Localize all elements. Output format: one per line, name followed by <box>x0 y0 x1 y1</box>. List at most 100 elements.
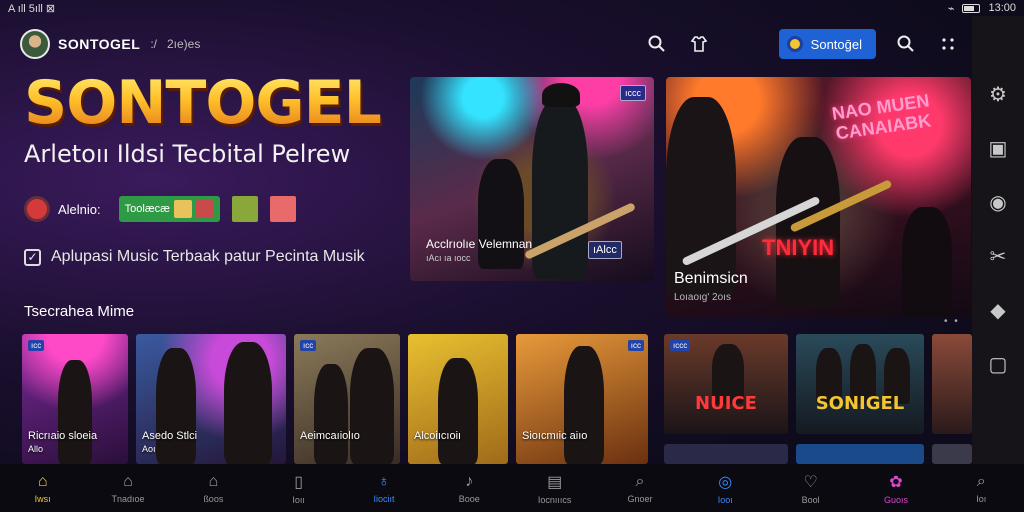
card-caption: Sioıcmıic aiıo <box>522 430 588 442</box>
nav-item-search-small[interactable]: ⌕ Ioı <box>939 464 1024 512</box>
hero-check-text: Aplupasi Music Terbaak patur Pecinta Mus… <box>51 248 365 265</box>
list-item[interactable]: ıcc Ricrıaio sloeia Allo <box>22 334 128 464</box>
partner-chip-label: Toolæcæ <box>124 203 170 215</box>
card-subcaption: Allo <box>28 444 44 454</box>
list-item[interactable]: ıccc NUICE <box>664 334 788 434</box>
card-tag: NUICE <box>695 393 757 414</box>
avatar[interactable] <box>20 29 50 59</box>
nav-item-home[interactable]: ⌂ Iwsı <box>0 464 85 512</box>
nav-item-cards[interactable]: ▯ Ioıı <box>256 464 341 512</box>
card-caption: Aeimcaıiolıo <box>300 430 360 442</box>
nav-item-disc[interactable]: ◎ Iooı <box>683 464 768 512</box>
search-icon: ⌕ <box>635 472 645 490</box>
gear-icon[interactable]: ⚙ <box>986 82 1010 106</box>
nav-item-podcast[interactable]: ✿ Guoıs <box>853 464 938 512</box>
section-title: Tsecrahea Mime <box>24 303 135 320</box>
card-icon: ▯ <box>294 473 304 491</box>
brand-separator: :/ <box>150 37 157 51</box>
more-grid-icon[interactable] <box>936 32 960 56</box>
list-item[interactable]: Asedo Stlci Aoı <box>136 334 286 464</box>
thumb-icon <box>173 200 192 218</box>
nav-item-note[interactable]: ♪ Booe <box>427 464 512 512</box>
brand-subtitle: 2ıe)es <box>166 37 201 51</box>
performer-figure <box>902 207 952 317</box>
heart-icon: ♡ <box>803 473 818 491</box>
shirt-icon[interactable] <box>687 32 711 56</box>
nav-item-mic[interactable]: ♁ Iiociıt <box>341 464 426 512</box>
partner-thumb-icon[interactable] <box>231 196 258 222</box>
podcast-icon: ✿ <box>889 473 903 491</box>
list-item[interactable]: ıcc Aeimcaıiolıo <box>294 334 400 464</box>
library-icon: ⌂ <box>208 472 219 490</box>
hero-tagline: Arletoıı Ildsi Tecbital Pelrew <box>24 140 351 168</box>
performer-figure <box>438 358 478 464</box>
nav-label: ßoos <box>203 493 224 504</box>
nav-label: Gnoer <box>627 493 653 504</box>
checkbox[interactable]: ✓ <box>24 248 41 266</box>
signal-indicators: A ıll 5ıll ⊠ <box>8 2 56 15</box>
disc-icon: ◎ <box>718 473 733 491</box>
list-item[interactable]: Alcoiıcıoiı <box>408 334 508 464</box>
clock: 13:00 <box>988 2 1016 14</box>
feature-top-badge: ıccc <box>619 85 646 101</box>
neon-sign: NAO MUEN CANAIABK <box>830 90 933 144</box>
cta-button[interactable]: Sontoḡel <box>778 29 876 59</box>
partners-label: Alelnio: <box>58 201 101 217</box>
card-caption: Alcoiıcıoiı <box>414 430 462 442</box>
chat-icon[interactable]: ▣ <box>986 136 1010 160</box>
card-subcaption: Aoı <box>142 444 156 454</box>
performer-figure <box>666 97 736 297</box>
cta-logo-icon <box>786 36 803 52</box>
featured-card-1[interactable]: ıccc Acclrıolıe Velemnan ıAcı ıa ıocc ıA… <box>410 77 654 281</box>
puzzle-icon[interactable]: ◆ <box>986 298 1010 322</box>
list-item[interactable] <box>664 444 788 464</box>
nav-label: Iiociıt <box>373 493 395 504</box>
cta-label: Sontoḡel <box>810 36 862 52</box>
list-item[interactable] <box>932 334 972 434</box>
copy-icon[interactable]: ▢ <box>986 352 1010 376</box>
performer-figure <box>58 360 92 464</box>
nav-label: Tnadıoe <box>111 493 145 504</box>
thumb-icon <box>195 200 214 218</box>
list-item[interactable]: SONIGEL <box>796 334 924 434</box>
app-header: SONTOGEL :/ 2ıe)es Sontoḡel <box>20 26 960 62</box>
mic-icon: ♁ <box>377 472 390 490</box>
performer-figure <box>564 346 604 464</box>
drummer-figure <box>478 159 524 269</box>
nav-label: Guoıs <box>883 494 908 505</box>
tools-icon[interactable]: ✂ <box>986 244 1010 268</box>
lock-icon[interactable]: ◉ <box>986 190 1010 214</box>
nav-item-heart[interactable]: ♡ Bool <box>768 464 853 512</box>
nav-item-library[interactable]: ⌂ ßoos <box>171 464 256 512</box>
status-bar: A ıll 5ıll ⊠ ⌁ 13:00 <box>0 0 1024 16</box>
list-item[interactable] <box>796 444 924 464</box>
list-item[interactable]: ıcc Sioıcmıic aiıo <box>516 334 648 464</box>
hero-partners-row: Alelnio: Toolæcæ <box>24 196 296 222</box>
album-icon: ▤ <box>547 473 563 491</box>
card-caption: Ricrıaio sloeia <box>28 430 98 442</box>
performer-figure <box>314 364 348 464</box>
partner-chip[interactable]: Toolæcæ <box>118 196 220 222</box>
nav-label: Booe <box>458 493 480 504</box>
partner-logo-icon <box>24 196 50 222</box>
feature-subcaption: ıAcı ıa ıocc <box>426 253 471 263</box>
nav-item-search[interactable]: ⌕ Gnoer <box>597 464 682 512</box>
partner-thumb-icon[interactable] <box>269 196 296 222</box>
hero-checkbox-row[interactable]: ✓ Aplupasi Music Terbaak patur Pecinta M… <box>24 248 365 266</box>
search-icon-secondary[interactable] <box>894 32 918 56</box>
wifi-icon: ⌁ <box>947 2 955 15</box>
nav-item-trending[interactable]: ⌂ Tnadıoe <box>85 464 170 512</box>
hat-figure <box>542 83 580 107</box>
search-icon[interactable] <box>645 32 669 56</box>
nav-label: Iooı <box>717 494 733 505</box>
card-caption: Asedo Stlci <box>142 430 198 442</box>
list-item[interactable] <box>932 444 972 464</box>
nav-label: Bool <box>801 494 820 505</box>
nav-item-album[interactable]: ▤ Iocnıııcs <box>512 464 597 512</box>
search-small-icon: ⌕ <box>976 472 986 490</box>
hero-title: SONTOGEL <box>24 68 382 138</box>
card-rail: ıcc Ricrıaio sloeia Allo Asedo Stlci Aoı… <box>22 334 972 464</box>
carousel-dots[interactable]: • • <box>944 316 960 327</box>
note-icon: ♪ <box>465 472 474 490</box>
nav-label: Iwsı <box>34 493 51 504</box>
